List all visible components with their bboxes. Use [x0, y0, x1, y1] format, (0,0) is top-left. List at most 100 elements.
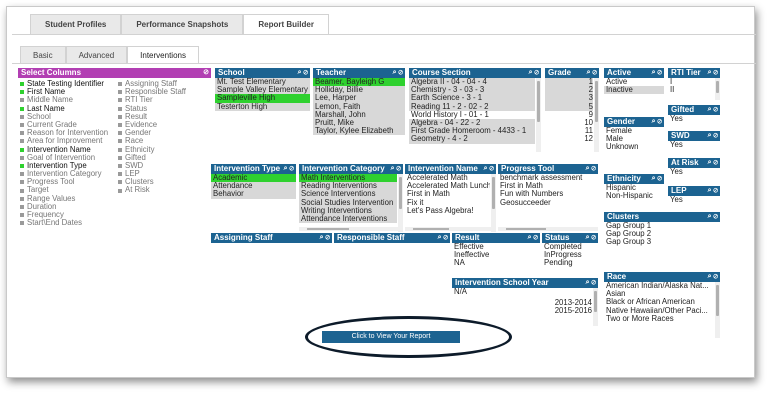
filter-option[interactable]: Lee, Harper — [313, 94, 405, 103]
filter-option[interactable]: Yes — [668, 168, 720, 176]
scrollbar-thumb[interactable] — [413, 228, 450, 230]
filter-option[interactable]: Geosucceeder — [498, 199, 598, 207]
filter-option[interactable]: Beamer, Bayleigh G — [313, 78, 405, 87]
filter-option[interactable]: Unknown — [604, 143, 664, 151]
clear-selection-icon[interactable]: ⊘ — [323, 234, 330, 241]
horizontal-scrollbar[interactable] — [498, 227, 598, 231]
clear-selection-icon[interactable]: ⊘ — [589, 165, 596, 172]
filter-option[interactable]: Algebra - 04 - 22 - 2 — [409, 118, 535, 128]
filter-option[interactable]: 9 — [545, 111, 593, 119]
clear-selection-icon[interactable]: ⊘ — [532, 69, 539, 76]
clear-selection-icon[interactable]: ⊘ — [590, 69, 597, 76]
clear-selection-icon[interactable]: ⊘ — [589, 234, 596, 241]
horizontal-scrollbar[interactable] — [299, 227, 403, 231]
tab-interventions[interactable]: Interventions — [127, 46, 199, 63]
filter-option[interactable]: Behavior — [211, 190, 296, 199]
clear-selection-icon[interactable]: ⊘ — [589, 279, 596, 286]
filter-option[interactable]: Active — [604, 78, 664, 86]
filter-option[interactable]: Sample Valley Elementary — [215, 86, 310, 95]
filter-option[interactable]: Academic — [211, 174, 296, 183]
clear-selection-icon[interactable]: ⊘ — [203, 68, 209, 78]
clear-selection-icon[interactable]: ⊘ — [711, 273, 718, 280]
clear-selection-icon[interactable]: ⊘ — [711, 106, 718, 113]
filter-option[interactable]: Fix it — [405, 199, 490, 207]
filter-option[interactable]: 3 — [545, 94, 593, 103]
column-option-start-end-dates[interactable]: Start\End Dates — [20, 218, 120, 227]
clear-selection-icon[interactable]: ⊘ — [711, 187, 718, 194]
column-option-at-risk[interactable]: At Risk — [118, 186, 212, 194]
filter-option[interactable]: Completed — [542, 243, 598, 251]
scrollbar-thumb[interactable] — [537, 81, 540, 122]
filter-option[interactable]: Accelerated Math — [405, 174, 490, 182]
clear-selection-icon[interactable]: ⊘ — [287, 165, 294, 172]
vertical-scrollbar[interactable] — [398, 174, 403, 232]
filter-option[interactable]: Writing Interventions — [299, 206, 397, 215]
filter-option[interactable]: Pending — [542, 259, 598, 267]
tab-student-profiles[interactable]: Student Profiles — [30, 14, 122, 34]
filter-option[interactable]: Holliday, Billie — [313, 86, 405, 95]
filter-option[interactable]: II — [668, 86, 714, 94]
filter-option[interactable]: Let's Pass Algebra! — [405, 207, 490, 215]
vertical-scrollbar[interactable] — [715, 78, 720, 100]
scrollbar-thumb[interactable] — [399, 177, 402, 209]
filter-option[interactable]: Yes — [668, 196, 720, 204]
clear-selection-icon[interactable]: ⊘ — [711, 159, 718, 166]
filter-option[interactable]: Earth Science - 3 - 1 — [409, 94, 535, 103]
filter-option[interactable]: World History I - 01 - 1 — [409, 111, 535, 119]
filter-option[interactable]: I — [668, 78, 714, 86]
scrollbar-thumb[interactable] — [716, 285, 719, 316]
clear-selection-icon[interactable]: ⊘ — [531, 234, 538, 241]
filter-option[interactable]: Pruitt, Mike — [313, 118, 405, 128]
clear-selection-icon[interactable]: ⊘ — [711, 132, 718, 139]
vertical-scrollbar[interactable] — [594, 78, 599, 152]
tab-advanced[interactable]: Advanced — [65, 46, 128, 63]
clear-selection-icon[interactable]: ⊘ — [441, 234, 448, 241]
filter-option[interactable]: 11 — [545, 127, 593, 135]
filter-option[interactable]: Male — [604, 135, 664, 143]
clear-selection-icon[interactable]: ⊘ — [655, 118, 662, 125]
filter-option[interactable]: American Indian/Alaska Nat... — [604, 282, 714, 290]
clear-selection-icon[interactable]: ⊘ — [396, 69, 403, 76]
filter-option[interactable]: First in Math — [405, 190, 490, 198]
filter-option[interactable]: Taylor, Kylee Elizabeth — [313, 127, 405, 136]
vertical-scrollbar[interactable] — [593, 288, 598, 326]
filter-option[interactable]: Testerton High — [215, 102, 310, 111]
tab-basic[interactable]: Basic — [20, 46, 66, 63]
clear-selection-icon[interactable]: ⊘ — [711, 213, 718, 220]
scrollbar-thumb[interactable] — [595, 81, 598, 122]
filter-option[interactable]: Marshall, John — [313, 110, 405, 119]
scrollbar-thumb[interactable] — [594, 291, 597, 312]
filter-option[interactable]: InProgress — [542, 251, 598, 259]
filter-option[interactable]: 2 — [545, 86, 593, 95]
filter-option[interactable]: Attendance — [211, 182, 296, 191]
vertical-scrollbar[interactable] — [491, 174, 496, 232]
clear-selection-icon[interactable]: ⊘ — [655, 175, 662, 182]
filter-option[interactable]: Two or More Races — [604, 315, 714, 323]
clear-selection-icon[interactable]: ⊘ — [301, 69, 308, 76]
filter-option[interactable]: Sampleville High — [215, 94, 310, 103]
filter-option[interactable]: Native Hawaiian/Other Paci... — [604, 307, 714, 315]
filter-option[interactable]: Effective — [452, 243, 540, 251]
scrollbar-thumb[interactable] — [716, 81, 719, 94]
filter-option[interactable]: Lemon, Faith — [313, 102, 405, 111]
filter-option[interactable]: Algebra II - 04 - 04 - 4 — [409, 78, 535, 87]
filter-option[interactable]: Chemistry - 3 - 03 - 3 — [409, 86, 535, 95]
scrollbar-thumb[interactable] — [506, 228, 546, 230]
filter-option[interactable]: Reading Interventions — [299, 182, 397, 191]
filter-option[interactable]: Mt. Test Elementary — [215, 78, 310, 87]
filter-option[interactable]: Gap Group 2 — [604, 230, 720, 238]
scrollbar-thumb[interactable] — [307, 228, 349, 230]
filter-option[interactable]: Math Interventions — [299, 174, 397, 183]
filter-option[interactable]: Asian — [604, 290, 714, 298]
filter-option[interactable]: Hispanic — [604, 184, 664, 192]
filter-option[interactable]: Gap Group 3 — [604, 238, 720, 246]
filter-option[interactable]: Reading 11 - 2 - 02 - 2 — [409, 102, 535, 111]
vertical-scrollbar[interactable] — [715, 282, 720, 338]
filter-option[interactable]: Attendance Interventions — [299, 214, 397, 224]
filter-option[interactable]: Yes — [668, 115, 720, 123]
filter-option[interactable]: 2013-2014 — [452, 299, 592, 307]
filter-option[interactable]: 1 — [545, 78, 593, 87]
filter-option[interactable]: First in Math — [498, 182, 598, 190]
filter-option[interactable]: Fun with Numbers — [498, 190, 598, 198]
filter-option[interactable]: 12 — [545, 135, 593, 143]
